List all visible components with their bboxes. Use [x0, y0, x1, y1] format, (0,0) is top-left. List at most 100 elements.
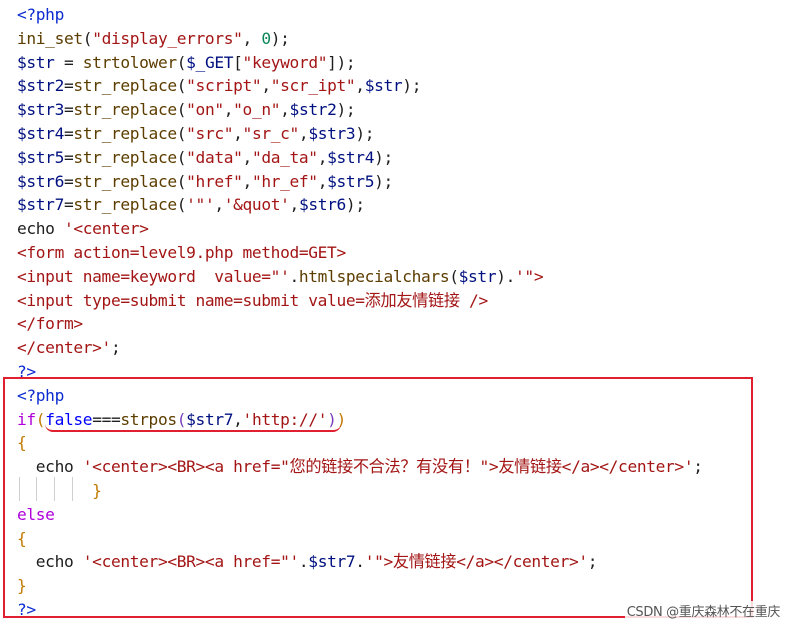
code-token: "scr_ipt"	[270, 76, 356, 96]
code-token: $str7	[17, 195, 64, 215]
code-token: ]);	[327, 52, 356, 72]
code-token: "href"	[186, 171, 243, 191]
code-token: echo	[17, 219, 64, 239]
code-line: </center>';	[17, 336, 121, 360]
code-token: );	[336, 100, 356, 120]
code-line: </form>	[17, 312, 83, 336]
code-token: "hr_ef"	[251, 171, 318, 191]
code-token: '&quot'	[223, 195, 290, 215]
code-token: $str4	[327, 147, 375, 167]
code-token: "src"	[186, 124, 234, 143]
code-token: ).	[496, 266, 516, 286]
code-editor[interactable]: <?php ini_set("display_errors", 0); $str =…	[0, 0, 790, 626]
code-token: $str	[17, 52, 55, 72]
code-line: $str = strtolower($_GET["keyword"]);	[17, 51, 356, 75]
code-token: );	[374, 147, 393, 167]
code-line: $str7=str_replace('"','&quot',$str6);	[17, 193, 365, 217]
code-token: (	[449, 266, 459, 286]
red-highlight-box	[3, 377, 753, 618]
code-line: ini_set("display_errors", 0);	[17, 27, 290, 51]
code-token: .	[289, 266, 299, 286]
code-token: strtolower	[82, 52, 177, 72]
code-token: (	[176, 195, 187, 215]
code-token: "data"	[186, 147, 243, 167]
code-token: ,	[261, 76, 271, 96]
code-token: ,	[355, 76, 365, 96]
code-token: (	[176, 147, 187, 167]
code-line: <form action=level9.php method=GET>	[17, 241, 346, 265]
code-token: ;	[110, 338, 121, 358]
code-token: <input name=keyword value="'	[17, 266, 290, 286]
code-token: =	[63, 100, 74, 120]
code-token: "o_n"	[233, 100, 281, 120]
code-token: ,	[233, 124, 243, 143]
code-token: "keyword"	[242, 52, 328, 72]
code-token: );	[355, 124, 375, 143]
code-token: ,	[298, 124, 309, 143]
code-token: '"'	[186, 195, 215, 215]
code-line: $str6=str_replace("href","hr_ef",$str5);	[17, 170, 393, 194]
code-token: $str4	[17, 124, 64, 143]
code-line: <?php	[17, 3, 64, 27]
code-token: <?php	[17, 5, 64, 24]
code-token: "sr_c"	[242, 124, 300, 143]
code-token: ,	[242, 28, 262, 48]
code-token: $str2	[289, 100, 337, 120]
code-token: );	[374, 171, 393, 191]
code-token: (	[82, 28, 93, 48]
code-token: ,	[317, 171, 328, 191]
code-token: $str6	[17, 171, 64, 191]
code-token: ,	[223, 100, 234, 120]
code-token: ,	[280, 100, 290, 120]
watermark: CSDN @重庆森林不在重庆	[624, 601, 782, 620]
code-token: =	[63, 195, 74, 215]
code-line: $str5=str_replace("data","da_ta",$str4);	[17, 146, 393, 170]
code-token: ,	[289, 195, 300, 215]
code-token: =	[63, 171, 74, 191]
code-token: htmlspecialchars	[298, 266, 450, 286]
code-token: (	[176, 124, 187, 143]
code-token: =	[54, 52, 83, 72]
code-token: 0	[261, 28, 271, 48]
code-token: </center>'	[17, 338, 111, 358]
code-token: "script"	[186, 76, 262, 96]
code-line: $str4=str_replace("src","sr_c",$str3);	[17, 122, 374, 146]
code-token: "da_ta"	[251, 147, 318, 167]
code-token: "display_errors"	[92, 28, 243, 48]
code-token: str_replace	[73, 195, 177, 215]
code-token: $str6	[298, 195, 346, 215]
code-line: <input name=keyword value="'.htmlspecial…	[17, 265, 544, 289]
code-token: $str3	[17, 100, 64, 120]
code-token: $str5	[327, 171, 375, 191]
code-line: $str3=str_replace("on","o_n",$str2);	[17, 98, 356, 122]
code-token: =	[63, 147, 74, 167]
code-token: );	[402, 76, 422, 96]
code-token: <input type=submit name=submit value=添加友…	[17, 290, 488, 310]
code-token: ,	[317, 147, 328, 167]
code-token: '<center>	[63, 219, 149, 239]
code-line: $str2=str_replace("script","scr_ipt",$st…	[17, 74, 421, 98]
code-token: =	[63, 76, 74, 96]
red-underline-mark	[45, 424, 341, 432]
code-token: ,	[242, 147, 253, 167]
code-line: <input type=submit name=submit value=添加友…	[17, 289, 488, 313]
code-token: $str	[458, 266, 497, 286]
code-token: ,	[242, 171, 253, 191]
code-token: str_replace	[73, 147, 177, 167]
code-token: $_GET	[186, 52, 234, 72]
code-token: =	[63, 124, 74, 143]
code-token: "on"	[186, 100, 224, 120]
code-token: (	[176, 76, 187, 96]
code-token: str_replace	[73, 100, 177, 120]
code-token: $str5	[17, 147, 64, 167]
code-token: '">	[515, 266, 544, 286]
code-token: (	[176, 171, 187, 191]
code-token: );	[345, 195, 365, 215]
code-token: $str3	[308, 124, 356, 143]
code-token: );	[270, 28, 290, 48]
code-token: <form action=level9.php method=GET>	[17, 243, 346, 262]
code-token: </form>	[17, 314, 83, 334]
code-token: ,	[214, 195, 224, 215]
code-token: [	[233, 52, 243, 72]
code-token: str_replace	[73, 171, 177, 191]
